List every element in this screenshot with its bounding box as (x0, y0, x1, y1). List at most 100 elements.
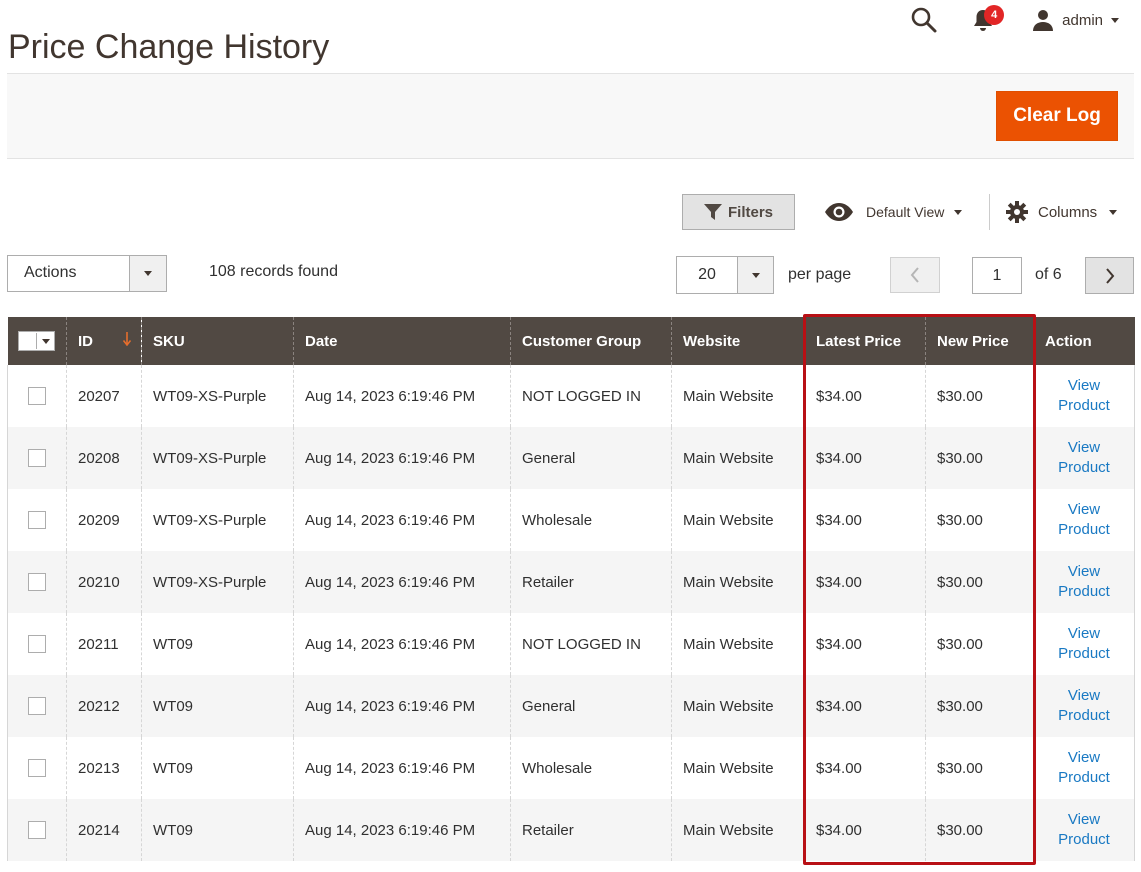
user-menu[interactable]: admin (1032, 9, 1119, 31)
cell-latest-price: $34.00 (804, 737, 926, 799)
cell-new-price: $30.00 (925, 613, 1034, 675)
table-row: 20207 WT09-XS-Purple Aug 14, 2023 6:19:46 … (7, 365, 1135, 427)
cell-latest-price: $34.00 (804, 799, 926, 861)
row-select-cell (7, 737, 67, 799)
cell-latest-price: $34.00 (804, 365, 926, 427)
current-page-input[interactable] (972, 257, 1022, 294)
cell-customer-group: NOT LOGGED IN (510, 365, 672, 427)
column-header-date[interactable]: Date (293, 317, 511, 365)
cell-date: Aug 14, 2023 6:19:46 PM (293, 427, 511, 489)
notification-badge: 4 (984, 5, 1005, 25)
mass-select-header (7, 317, 67, 365)
filters-button[interactable]: Filters (682, 194, 795, 230)
column-header-customer-group[interactable]: Customer Group (510, 317, 672, 365)
cell-sku: WT09 (141, 613, 294, 675)
cell-id: 20212 (66, 675, 142, 737)
row-checkbox[interactable] (28, 449, 46, 468)
cell-id: 20214 (66, 799, 142, 861)
price-history-grid: ID SKU Date Customer Group Website Lates… (7, 317, 1135, 861)
row-checkbox[interactable] (28, 821, 46, 840)
column-header-website[interactable]: Website (671, 317, 805, 365)
cell-date: Aug 14, 2023 6:19:46 PM (293, 365, 511, 427)
notifications-button[interactable]: 4 (972, 5, 1005, 32)
cell-id: 20213 (66, 737, 142, 799)
row-select-cell (7, 613, 67, 675)
cell-date: Aug 14, 2023 6:19:46 PM (293, 489, 511, 551)
cell-action: View Product (1033, 489, 1135, 551)
row-checkbox[interactable] (28, 573, 46, 592)
row-checkbox[interactable] (28, 759, 46, 778)
chevron-down-icon (41, 338, 50, 344)
cell-action: View Product (1033, 675, 1135, 737)
row-checkbox[interactable] (28, 387, 46, 406)
cell-date: Aug 14, 2023 6:19:46 PM (293, 613, 511, 675)
row-checkbox[interactable] (28, 635, 46, 654)
view-product-link[interactable]: View Product (1058, 811, 1110, 848)
cell-id: 20207 (66, 365, 142, 427)
cell-website: Main Website (671, 675, 805, 737)
grid-header-row: ID SKU Date Customer Group Website Lates… (7, 317, 1135, 365)
header-actions: 4 admin (910, 5, 1119, 34)
next-page-button[interactable] (1085, 257, 1134, 294)
cell-id: 20209 (66, 489, 142, 551)
row-select-cell (7, 489, 67, 551)
cell-date: Aug 14, 2023 6:19:46 PM (293, 737, 511, 799)
cell-sku: WT09-XS-Purple (141, 551, 294, 613)
eye-icon (825, 203, 853, 221)
mass-select-dropdown[interactable] (18, 331, 56, 351)
row-select-cell (7, 551, 67, 613)
cell-new-price: $30.00 (925, 675, 1034, 737)
table-row: 20214 WT09 Aug 14, 2023 6:19:46 PM Retailer… (7, 799, 1135, 861)
mass-actions-select[interactable]: Actions (7, 255, 167, 292)
clear-log-button[interactable]: Clear Log (996, 91, 1118, 141)
cell-date: Aug 14, 2023 6:19:46 PM (293, 551, 511, 613)
cell-sku: WT09-XS-Purple (141, 427, 294, 489)
table-row: 20211 WT09 Aug 14, 2023 6:19:46 PM NOT LOGG… (7, 613, 1135, 675)
view-product-link[interactable]: View Product (1058, 749, 1110, 786)
cell-customer-group: Retailer (510, 551, 672, 613)
cell-id: 20208 (66, 427, 142, 489)
chevron-down-icon (954, 209, 963, 215)
cell-website: Main Website (671, 737, 805, 799)
view-product-link[interactable]: View Product (1058, 501, 1110, 538)
column-header-latest-price[interactable]: Latest Price (804, 317, 926, 365)
toolbar-divider (989, 194, 990, 230)
per-page-select[interactable]: 20 (676, 256, 774, 294)
cell-website: Main Website (671, 489, 805, 551)
columns-dropdown[interactable]: Columns (1006, 198, 1118, 226)
cell-action: View Product (1033, 613, 1135, 675)
row-checkbox[interactable] (28, 697, 46, 716)
row-checkbox[interactable] (28, 511, 46, 530)
default-view-dropdown[interactable]: Default View (824, 198, 963, 226)
actions-dropdown-toggle[interactable] (129, 256, 166, 291)
row-select-cell (7, 675, 67, 737)
cell-action: View Product (1033, 799, 1135, 861)
cell-website: Main Website (671, 613, 805, 675)
actions-label: Actions (24, 264, 77, 281)
cell-sku: WT09-XS-Purple (141, 365, 294, 427)
previous-page-button[interactable] (890, 257, 940, 293)
user-name: admin (1062, 11, 1103, 29)
table-row: 20210 WT09-XS-Purple Aug 14, 2023 6:19:46 … (7, 551, 1135, 613)
chevron-down-icon (1109, 209, 1118, 215)
per-page-dropdown-toggle[interactable] (737, 257, 773, 293)
columns-label: Columns (1038, 203, 1098, 221)
default-view-label: Default View (866, 204, 945, 220)
cell-id: 20211 (66, 613, 142, 675)
cell-latest-price: $34.00 (804, 427, 926, 489)
cell-website: Main Website (671, 799, 805, 861)
view-product-link[interactable]: View Product (1058, 563, 1110, 600)
table-row: 20209 WT09-XS-Purple Aug 14, 2023 6:19:46 … (7, 489, 1135, 551)
column-header-new-price[interactable]: New Price (925, 317, 1034, 365)
search-icon[interactable] (910, 6, 938, 34)
cell-sku: WT09 (141, 675, 294, 737)
view-product-link[interactable]: View Product (1058, 439, 1110, 476)
column-header-id[interactable]: ID (66, 317, 142, 365)
view-product-link[interactable]: View Product (1058, 687, 1110, 724)
column-header-action: Action (1033, 317, 1135, 365)
cell-date: Aug 14, 2023 6:19:46 PM (293, 675, 511, 737)
view-product-link[interactable]: View Product (1058, 377, 1110, 414)
column-header-sku[interactable]: SKU (141, 317, 294, 365)
view-product-link[interactable]: View Product (1058, 625, 1110, 662)
gear-icon (1006, 201, 1028, 223)
